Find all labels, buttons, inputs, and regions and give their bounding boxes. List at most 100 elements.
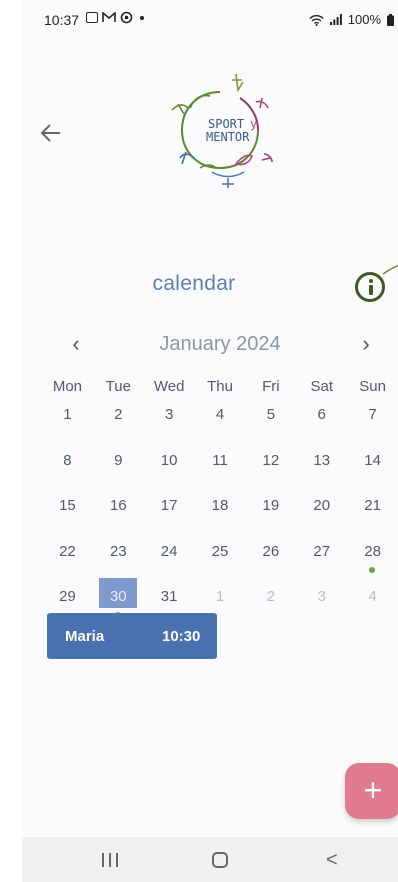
month-navigation: ‹ January 2024 › [22,330,398,360]
calendar-day[interactable]: 20 [296,493,347,539]
day-number: 6 [317,406,326,423]
calendar-day[interactable]: 7 [347,402,398,448]
calendar-day[interactable]: 13 [296,448,347,494]
weekday-label: Thu [207,378,233,395]
day-number: 25 [211,542,229,560]
event-card[interactable]: Maria 10:30 [47,613,217,659]
battery-percent: 100% [347,12,381,27]
calendar-day[interactable]: 5 [245,402,296,448]
status-right-icons: 100% [309,12,394,27]
day-number: 1 [63,406,72,423]
calendar-day[interactable]: 25 [195,539,246,585]
calendar-day[interactable]: 4 [347,584,398,630]
calendar-day[interactable]: 9 [93,448,144,494]
calendar-week-row: 22 23 24 25 26 27 28 [42,539,398,585]
calendar-day[interactable]: 4 [195,402,246,448]
calendar-day[interactable]: 8 [42,448,93,494]
calendar-day[interactable]: 22 [42,539,93,585]
chevron-right-icon[interactable]: › [356,332,376,356]
calendar-day[interactable]: 19 [245,493,296,539]
info-bar [369,285,373,295]
status-bar: 10:37 100% [22,0,398,40]
back-icon[interactable]: < [326,849,338,872]
event-name: Maria [65,628,105,645]
weekday-header: Mon Tue Wed Thu Fri Sat Sun [42,378,398,395]
add-event-button[interactable]: + [345,763,398,819]
wifi-icon [309,14,324,26]
calendar-day[interactable]: 18 [195,493,246,539]
calendar-day[interactable]: 12 [245,448,296,494]
day-number: 20 [313,497,331,514]
event-dot-icon [369,566,376,573]
day-number: 23 [109,542,127,560]
day-number: 30 [109,588,127,605]
calendar-day[interactable]: 17 [144,493,195,539]
calendar-day[interactable]: 14 [347,448,398,494]
day-number: 2 [114,406,123,423]
day-number: 28 [364,542,381,560]
day-number: 10 [160,451,178,469]
recent-apps-icon[interactable] [102,853,118,867]
status-time: 10:37 [44,12,80,28]
day-number: 13 [313,451,331,469]
calendar-day[interactable]: 15 [42,493,93,539]
info-dot [369,279,373,283]
calendar-day[interactable]: 21 [347,493,398,539]
app-screen: 10:37 100% SPORT y MENTOR calendar ‹ Jan… [22,0,398,882]
info-pointer-line [383,264,398,275]
weekday-label: Sat [310,378,333,395]
calendar-week-row: 1 2 3 4 5 6 7 [42,402,398,448]
day-number: 22 [59,542,76,560]
day-number: 26 [262,542,280,560]
calendar-grid: 1 2 3 4 5 6 7 8 9 10 11 12 13 14 15 16 17 18 19 20 21 22 23 24 2… [42,402,398,630]
calendar-day[interactable]: 28 [347,539,398,585]
day-number: 15 [59,497,76,514]
calendar-day[interactable]: 3 [144,402,195,448]
signal-icon [329,14,342,25]
day-number: 3 [317,588,326,605]
day-number: 7 [368,406,377,423]
sporty-mentor-logo: SPORT y MENTOR [160,68,280,198]
day-number: 4 [215,406,225,423]
day-number: 27 [313,542,331,560]
info-icon[interactable] [355,272,385,302]
day-number: 16 [109,497,127,514]
day-number: 3 [164,406,174,423]
day-number: 12 [262,451,280,469]
event-time: 10:30 [162,628,201,645]
day-number: 1 [215,588,225,605]
day-number: 21 [364,497,381,514]
day-number: 29 [59,588,76,605]
system-nav-bar: < [22,837,398,882]
day-number: 8 [63,451,72,469]
day-number: 24 [160,542,178,560]
calendar-week-row: 8 9 10 11 12 13 14 [42,448,398,494]
day-number: 9 [114,451,123,469]
logo-mentor-text: MENTOR [206,130,250,144]
calendar-day[interactable]: 11 [195,448,246,494]
home-icon[interactable] [212,852,228,868]
calendar-day[interactable]: 3 [296,584,347,630]
calendar-day[interactable]: 6 [296,402,347,448]
page-title: calendar [152,272,236,295]
day-number: 18 [211,497,229,514]
calendar-day[interactable]: 2 [245,584,296,630]
calendar-day[interactable]: 24 [144,539,195,585]
sync-icon [120,11,133,24]
month-label: January 2024 [159,333,281,355]
calendar-day[interactable]: 26 [245,539,296,585]
logo-y-text: y [250,117,257,131]
calendar-day[interactable]: 1 [42,402,93,448]
calendar-day[interactable]: 10 [144,448,195,494]
weekday-label: Mon [52,378,83,395]
calendar-day[interactable]: 2 [93,402,144,448]
calendar-week-row: 15 16 17 18 19 20 21 [42,493,398,539]
weekday-label: Fri [262,378,280,395]
back-arrow-icon[interactable] [38,120,64,146]
calendar-day[interactable]: 16 [93,493,144,539]
gmail-icon [102,12,116,22]
calendar-day[interactable]: 27 [296,539,347,585]
weekday-label: Tue [105,378,131,395]
day-number: 11 [212,451,228,469]
day-number: 17 [160,497,178,514]
